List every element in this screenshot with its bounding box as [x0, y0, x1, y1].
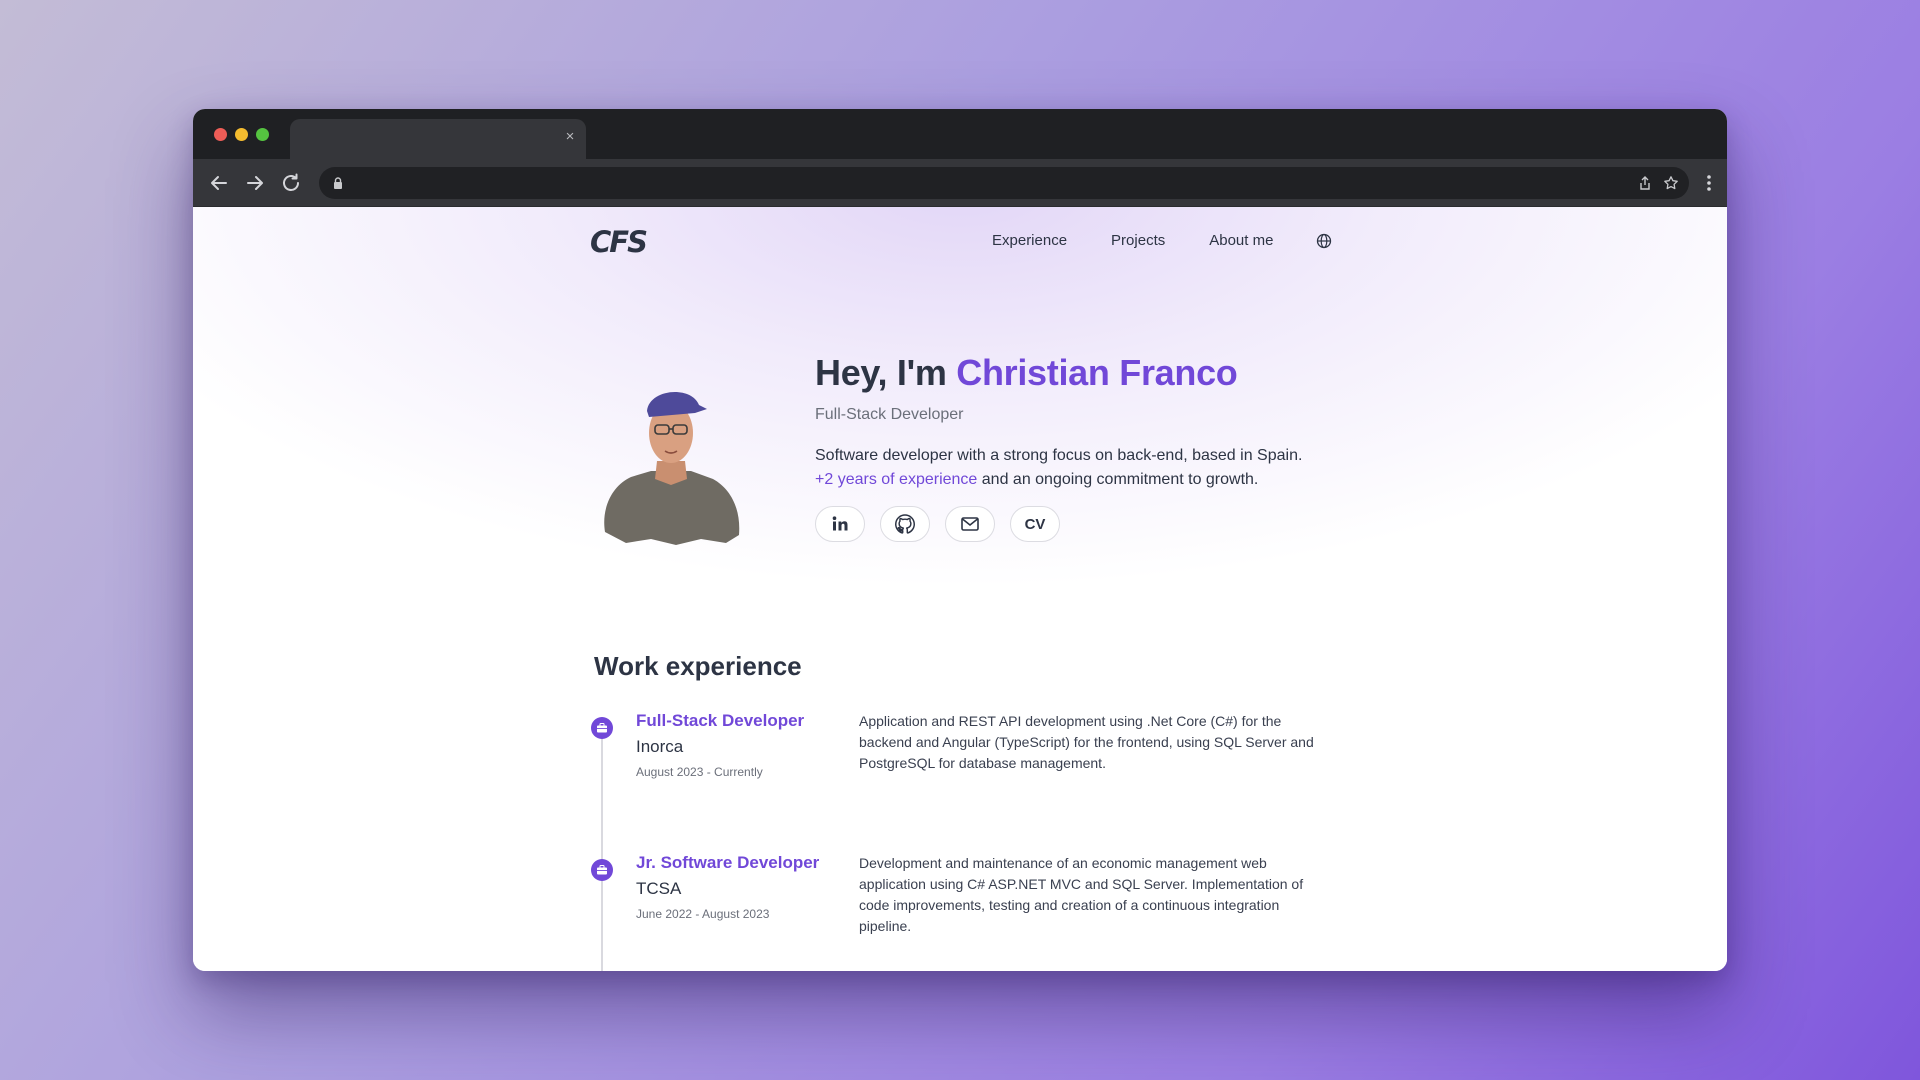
hero-name: Christian Franco — [956, 352, 1238, 393]
lock-icon — [334, 177, 342, 189]
hero-desc-text-end: and an ongoing commitment to growth. — [977, 471, 1259, 488]
job-date: June 2022 - August 2023 — [636, 907, 770, 921]
reload-button[interactable] — [279, 171, 303, 195]
job-header: Jr. Software Developer TCSA June 2022 - … — [636, 853, 856, 921]
site-header: CFS Experience Projects About me — [193, 207, 1727, 277]
hero-desc-text: Software developer with a strong focus o… — [815, 447, 1303, 464]
job-company: TCSA — [636, 879, 682, 898]
hero-greeting: Hey, I'm — [815, 352, 957, 393]
job-company: Inorca — [636, 737, 684, 756]
job-description: Development and maintenance of an econom… — [859, 855, 1304, 934]
address-bar[interactable] — [319, 167, 1689, 199]
hero-section: Hey, I'm Christian Franco Full-Stack Dev… — [815, 352, 1335, 542]
web-page: CFS Experience Projects About me Hey, I'… — [193, 207, 1727, 971]
arrow-right-icon — [247, 176, 263, 190]
job-role: Full-Stack Developer — [636, 711, 805, 730]
maximize-window-button[interactable] — [256, 128, 269, 141]
job-date: August 2023 - Currently — [636, 765, 763, 779]
hero-desc-highlight: +2 years of experience — [815, 471, 978, 488]
social-links: CV — [815, 506, 1335, 542]
mail-icon — [961, 517, 979, 531]
window-controls — [214, 128, 269, 141]
reload-icon — [283, 173, 299, 191]
github-button[interactable] — [880, 506, 930, 542]
minimize-window-button[interactable] — [235, 128, 248, 141]
mail-button[interactable] — [945, 506, 995, 542]
timeline-line — [601, 737, 603, 971]
hero-title: Hey, I'm Christian Franco — [815, 352, 1335, 394]
briefcase-icon — [591, 717, 613, 739]
globe-icon[interactable] — [1316, 233, 1332, 249]
bookmark-star-icon[interactable] — [1663, 175, 1679, 191]
arrow-left-icon — [211, 176, 227, 190]
nav-link-about[interactable]: About me — [1209, 232, 1273, 249]
svg-text:CFS: CFS — [590, 227, 647, 255]
browser-menu-icon[interactable] — [1701, 171, 1717, 195]
cv-button[interactable]: CV — [1010, 506, 1060, 542]
browser-window: × CFS Experience Projects About me Hey, … — [193, 109, 1727, 971]
linkedin-button[interactable] — [815, 506, 865, 542]
nav-link-projects[interactable]: Projects — [1111, 232, 1165, 249]
job-role: Jr. Software Developer — [636, 853, 820, 872]
site-logo[interactable]: CFS — [590, 227, 664, 255]
job-description: Application and REST API development usi… — [859, 713, 1314, 771]
tab-close-icon[interactable]: × — [562, 129, 578, 145]
avatar — [604, 392, 740, 545]
nav-link-experience[interactable]: Experience — [992, 232, 1067, 249]
section-title-experience: Work experience — [594, 651, 802, 681]
close-window-button[interactable] — [214, 128, 227, 141]
briefcase-icon — [591, 859, 613, 881]
back-button[interactable] — [207, 171, 231, 195]
browser-tab-strip: × — [193, 109, 1727, 159]
github-icon — [895, 514, 915, 534]
browser-tab[interactable]: × — [290, 119, 586, 159]
linkedin-icon — [832, 516, 848, 531]
main-nav: Experience Projects About me — [992, 232, 1273, 249]
forward-button[interactable] — [243, 171, 267, 195]
browser-toolbar — [193, 159, 1727, 207]
job-header: Full-Stack Developer Inorca August 2023 … — [636, 711, 856, 779]
share-icon[interactable] — [1637, 175, 1653, 191]
hero-description: Software developer with a strong focus o… — [815, 444, 1315, 492]
hero-subtitle: Full-Stack Developer — [815, 406, 964, 423]
